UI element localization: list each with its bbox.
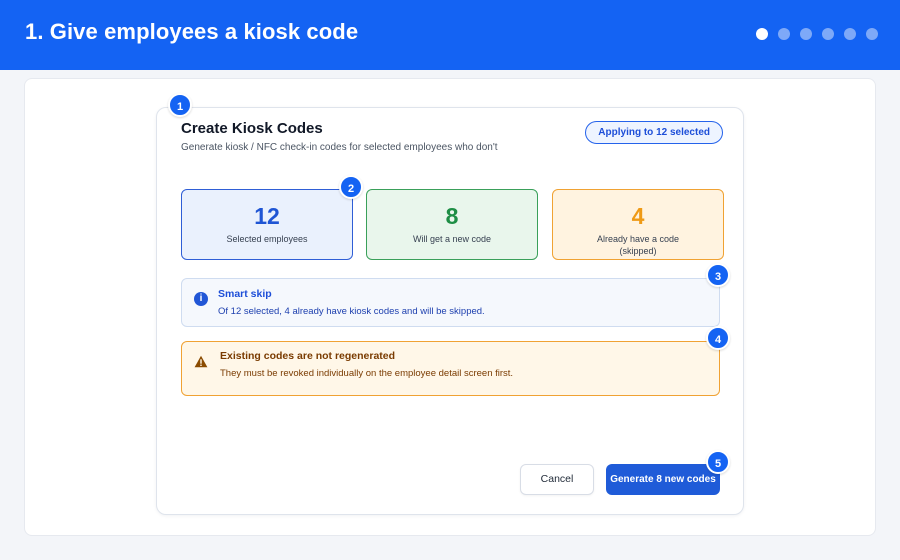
header-bar: 1. Give employees a kiosk code bbox=[0, 0, 900, 70]
generate-codes-button[interactable]: Generate 8 new codes bbox=[606, 464, 720, 495]
warning-text: They must be revoked individually on the… bbox=[220, 368, 514, 379]
stat-value: 8 bbox=[445, 203, 459, 229]
dialog-title: Create Kiosk Codes bbox=[181, 120, 323, 137]
step-badge-2: 2 bbox=[339, 175, 363, 199]
step-badge-3: 3 bbox=[706, 263, 730, 287]
page-title: 1. Give employees a kiosk code bbox=[25, 19, 359, 44]
stat-value: 12 bbox=[254, 203, 280, 229]
smart-skip-info: i Smart skip Of 12 selected, 4 already h… bbox=[181, 278, 720, 327]
step-badge-4: 4 bbox=[706, 326, 730, 350]
stat-selected-employees: 12 Selected employees bbox=[181, 189, 353, 260]
stat-label: Will get a new code bbox=[412, 234, 492, 244]
step-dots bbox=[756, 28, 878, 40]
step-dot-1[interactable] bbox=[756, 28, 768, 40]
stat-value: 4 bbox=[631, 203, 645, 229]
warning-title: Existing codes are not regenerated bbox=[220, 350, 396, 362]
existing-codes-warning: Existing codes are not regenerated They … bbox=[181, 341, 720, 396]
stat-label-line-1: Already have a code bbox=[596, 234, 680, 244]
step-dot-4[interactable] bbox=[822, 28, 834, 40]
stat-label: Already have a code (skipped) bbox=[553, 233, 723, 257]
warning-icon bbox=[194, 355, 208, 368]
step-dot-2[interactable] bbox=[778, 28, 790, 40]
stat-label-line-2: (skipped) bbox=[619, 246, 657, 256]
cancel-button[interactable]: Cancel bbox=[520, 464, 594, 495]
stat-label: Selected employees bbox=[226, 234, 308, 244]
create-kiosk-codes-dialog: Create Kiosk Codes Generate kiosk / NFC … bbox=[156, 107, 744, 515]
stat-new-codes: 8 Will get a new code bbox=[366, 189, 538, 260]
selection-pill: Applying to 12 selected bbox=[585, 121, 723, 144]
step-dot-5[interactable] bbox=[844, 28, 856, 40]
step-dot-3[interactable] bbox=[800, 28, 812, 40]
info-icon: i bbox=[194, 292, 208, 306]
step-badge-5: 5 bbox=[706, 450, 730, 474]
info-title: Smart skip bbox=[218, 288, 272, 300]
dialog-subtitle: Generate kiosk / NFC check-in codes for … bbox=[181, 142, 498, 153]
step-dot-6[interactable] bbox=[866, 28, 878, 40]
info-text: Of 12 selected, 4 already have kiosk cod… bbox=[218, 306, 485, 317]
step-badge-1: 1 bbox=[168, 93, 192, 117]
stat-already-have-code: 4 Already have a code (skipped) bbox=[552, 189, 724, 260]
